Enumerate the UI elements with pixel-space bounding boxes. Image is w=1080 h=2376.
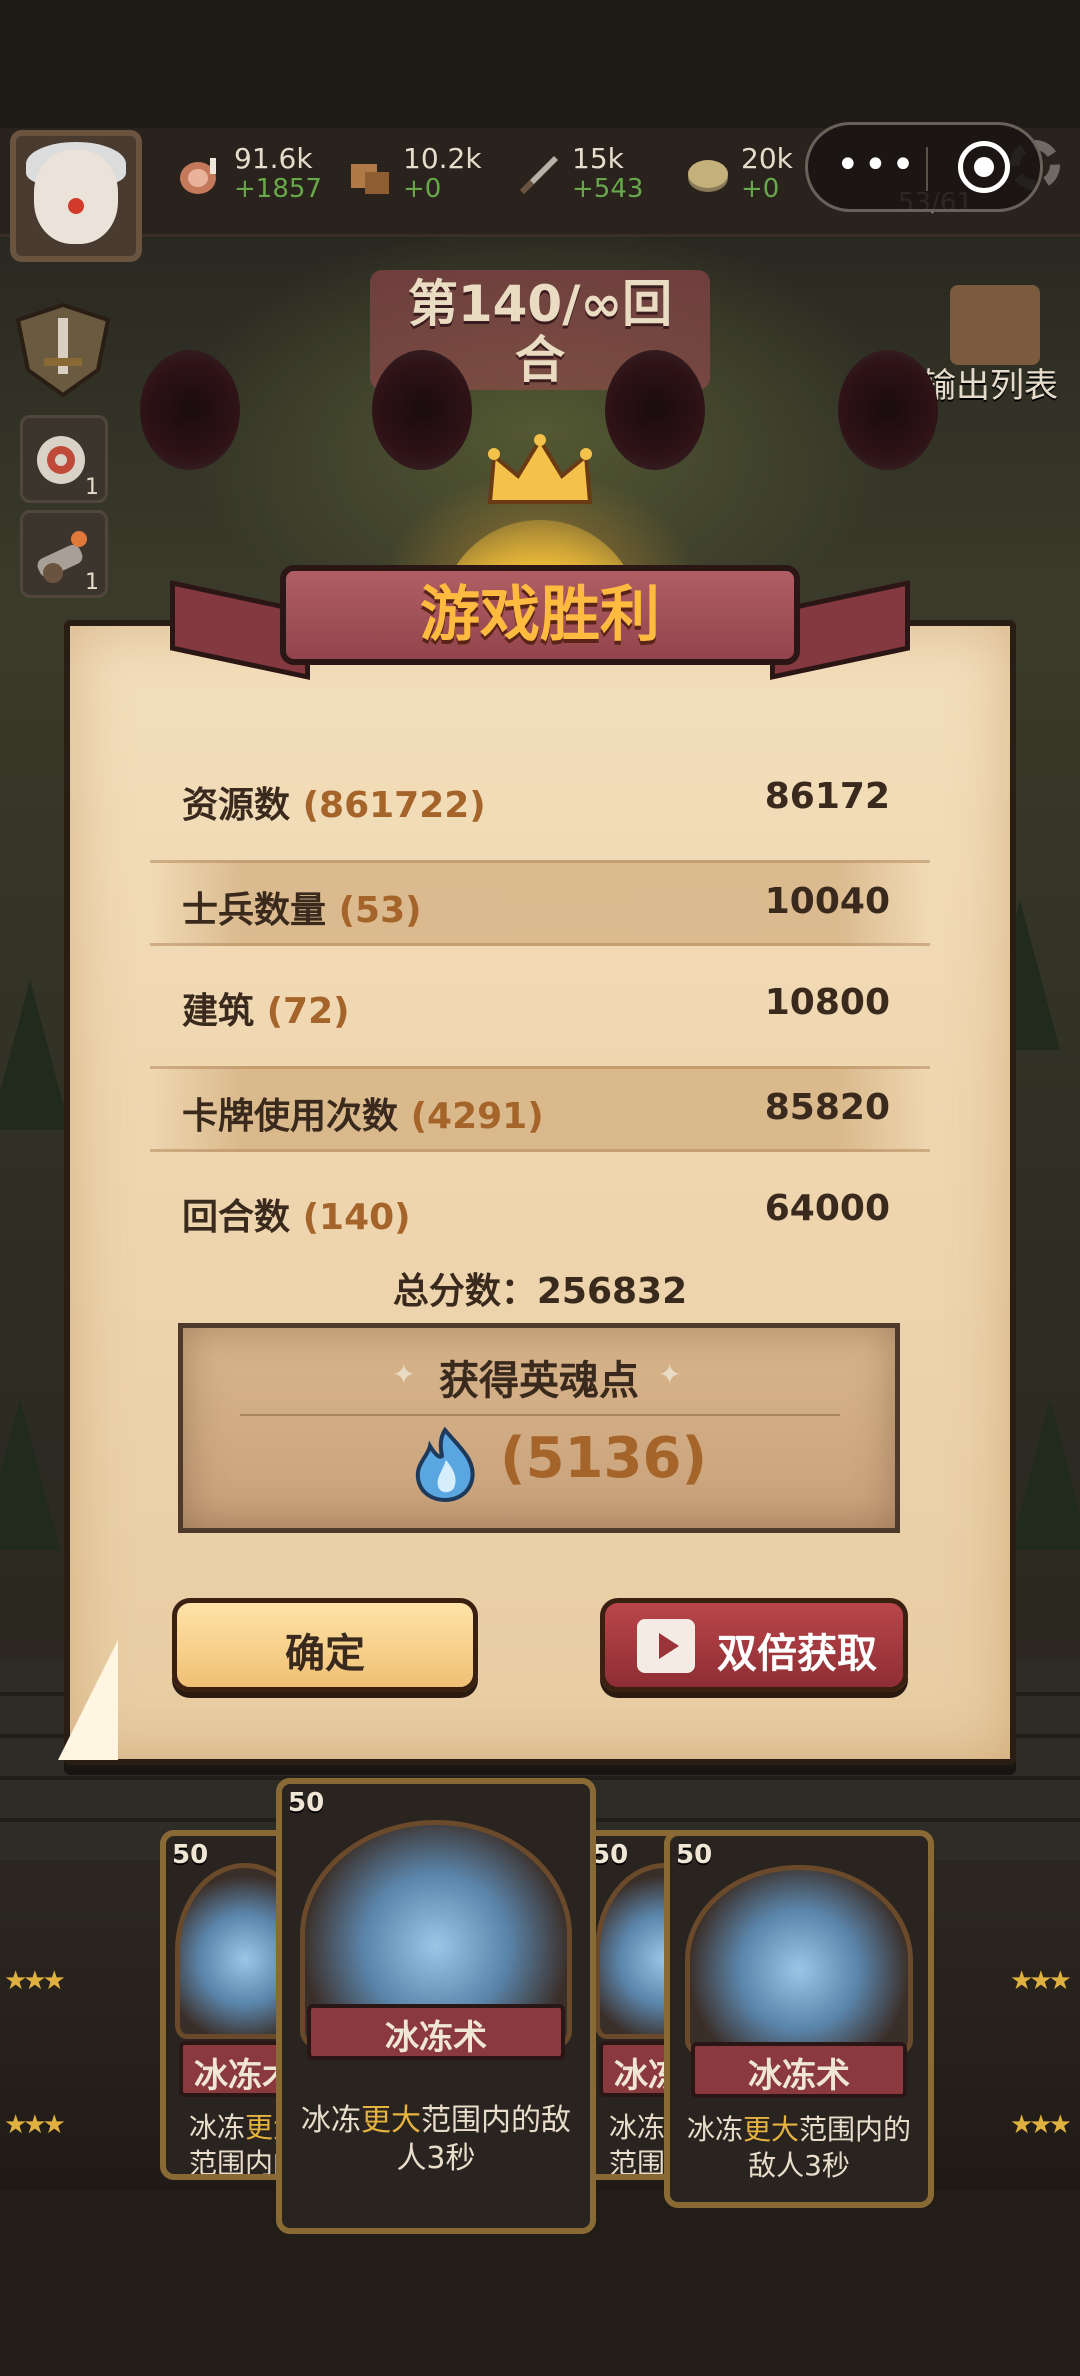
row-count: (53): [338, 890, 422, 931]
resource-value: 20k: [741, 142, 793, 175]
star-rating-icon: ★★★: [4, 2110, 66, 2140]
video-ad-icon: [637, 1619, 695, 1673]
score-row-card-uses: 卡牌使用次数 (4291) 85820: [150, 1066, 930, 1152]
paper-fold: [58, 1640, 118, 1760]
row-label: 卡牌使用次数 (4291): [182, 1096, 544, 1137]
row-label: 资源数 (861722): [182, 785, 486, 826]
more-options-icon[interactable]: •••: [836, 145, 919, 185]
card-cost: 50: [172, 1840, 209, 1870]
double-reward-label: 双倍获取: [717, 1631, 877, 1677]
hand-card[interactable]: 50 冰冻术 冰冻更大范围内的敌人3秒: [664, 1830, 934, 2208]
star-rating-icon: ★★★: [4, 1966, 66, 1996]
row-label: 建筑 (72): [182, 991, 350, 1032]
confirm-button[interactable]: 确定: [172, 1598, 478, 1692]
clown-nose-icon: [68, 198, 84, 214]
star-rating-icon: ★★★: [1010, 1966, 1072, 1996]
card-name: 冰冻术: [748, 2056, 850, 2096]
resource-delta: +0: [403, 174, 442, 204]
sword-icon: [519, 156, 558, 195]
mini-program-capsule: •••: [805, 122, 1043, 212]
attack-badge-icon[interactable]: [8, 300, 118, 400]
tool-cannon[interactable]: 1: [20, 510, 108, 598]
card-description: 冰冻更大范围内的敌人3秒: [686, 2113, 911, 2182]
star-rating-icon: ★★★: [1010, 2110, 1072, 2140]
output-list-label[interactable]: 输出列表: [922, 358, 1058, 407]
crown-icon: [487, 434, 593, 504]
score-row-rounds: 回合数 (140) 64000: [150, 1170, 930, 1250]
tool-target[interactable]: 1: [20, 415, 108, 503]
score-row-buildings: 建筑 (72) 10800: [150, 964, 930, 1044]
wood-icon: [351, 164, 389, 194]
card-cost: 50: [288, 1788, 325, 1818]
enemy-portal: [372, 350, 472, 470]
hero-soul-title: 获得英魂点: [439, 1358, 639, 1404]
close-target-icon[interactable]: [958, 141, 1010, 193]
resource-delta: +1857: [234, 174, 322, 204]
row-score: 85820: [764, 1087, 890, 1128]
row-label: 士兵数量 (53): [182, 890, 422, 931]
card-cost: 50: [676, 1840, 713, 1870]
score-row-soldiers: 士兵数量 (53) 10040: [150, 860, 930, 946]
row-count: (140): [302, 1197, 411, 1238]
tool-count: 1: [85, 570, 99, 595]
hand-card-selected[interactable]: 50 冰冻术 冰冻更大范围内的敌人3秒: [276, 1778, 596, 2234]
resource-value: 15k: [572, 142, 624, 175]
player-avatar[interactable]: [10, 130, 142, 262]
row-count: (861722): [302, 785, 486, 826]
resource-delta: +543: [572, 174, 644, 204]
row-score: 10800: [764, 982, 890, 1023]
total-value: 256832: [536, 1271, 688, 1312]
enemy-portal: [140, 350, 240, 470]
pine-tree: [0, 980, 70, 1130]
coin-icon: [688, 160, 728, 192]
divider: [240, 1414, 840, 1416]
sparkle-icon: ✦: [392, 1358, 416, 1391]
confirm-button-label: 确定: [285, 1631, 365, 1677]
sparkle-icon: ✦: [658, 1358, 682, 1391]
row-count: (4291): [410, 1096, 544, 1137]
card-description: 冰冻更大范围内的敌人3秒: [300, 2103, 571, 2176]
hero-soul-value: (5136): [500, 1426, 708, 1491]
row-score: 64000: [764, 1188, 890, 1229]
soul-flame-icon: [415, 1426, 475, 1502]
total-score: 总分数：256832: [200, 1262, 880, 1314]
card-name: 冰冻术: [385, 2018, 487, 2058]
row-count: (72): [266, 991, 350, 1032]
row-label: 回合数 (140): [182, 1197, 411, 1238]
row-score: 10040: [764, 881, 890, 922]
enemy-portal: [605, 350, 705, 470]
row-score: 86172: [764, 776, 890, 817]
pine-tree: [1010, 1400, 1080, 1550]
resource-value: 10.2k: [403, 142, 482, 175]
ice-crystal-art: [685, 1865, 913, 2056]
capsule-divider: [926, 147, 928, 191]
card-cost: 50: [592, 1840, 629, 1870]
pine-tree: [0, 1400, 60, 1550]
total-label: 总分数：: [392, 1271, 537, 1312]
dialog-title: 游戏胜利: [420, 580, 660, 650]
double-reward-button[interactable]: 双倍获取: [600, 1598, 908, 1692]
tool-count: 1: [85, 475, 99, 500]
resource-value: 91.6k: [234, 142, 313, 175]
score-row-resources: 资源数 (861722) 86172: [150, 758, 930, 838]
output-list-icon[interactable]: [950, 285, 1040, 365]
enemy-portal: [838, 350, 938, 470]
avatar-face: [34, 150, 118, 244]
meat-icon: [180, 158, 216, 194]
resource-delta: +0: [741, 174, 780, 204]
